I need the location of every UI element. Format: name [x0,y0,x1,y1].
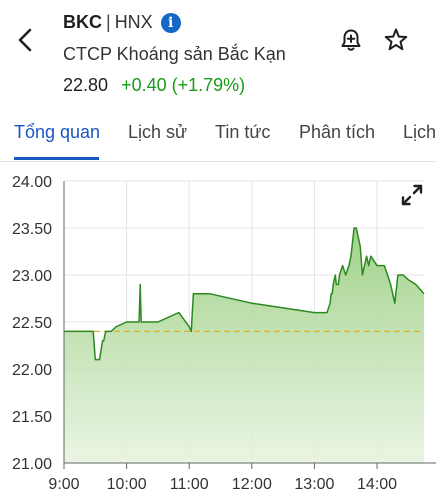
x-tick-label: 10:00 [107,476,147,493]
current-price: 22.80 [63,75,109,95]
intraday-chart-svg: 21.00 21.50 22.00 22.50 23.00 23.50 24.00 9:00 1… [12,174,436,493]
y-tick-label: 22.50 [12,315,52,332]
tab-calendar[interactable]: Lịch [403,122,436,143]
star-icon [384,28,408,51]
stock-header: BKC | HNX i CTCP Khoáng sản Bắc Kạn 22.8… [0,0,436,102]
x-tick-label: 9:00 [48,476,79,493]
tab-overview[interactable]: Tổng quan [14,122,100,143]
fullscreen-button[interactable] [400,183,424,207]
y-tick-label: 23.50 [12,221,52,238]
y-tick-label: 21.00 [12,456,52,473]
bell-plus-icon [341,29,361,51]
tab-analysis[interactable]: Phân tích [299,122,375,143]
x-tick-label: 11:00 [170,476,209,493]
ticker-symbol: BKC [63,12,102,32]
favorite-button[interactable] [383,27,409,53]
back-arrow-icon [18,28,32,52]
y-tick-label: 23.00 [12,268,52,285]
x-tick-label: 12:00 [232,476,272,493]
y-tick-label: 21.50 [12,409,52,426]
tab-news[interactable]: Tin tức [215,122,270,143]
active-tab-indicator [14,157,99,160]
back-button[interactable] [12,26,38,54]
price-change: +0.40 (+1.79%) [121,75,246,95]
title-separator: | [106,12,111,32]
x-tick-label: 13:00 [294,476,334,493]
intraday-chart[interactable]: 21.00 21.50 22.00 22.50 23.00 23.50 24.00 9:00 1… [0,162,436,500]
price-row: 22.80 +0.40 (+1.79%) [63,75,245,96]
y-tick-label: 24.00 [12,174,52,191]
expand-icon [401,184,423,206]
tab-history[interactable]: Lịch sử [128,122,187,143]
ticker-title-row: BKC | HNX i [63,12,181,33]
price-area [64,228,424,463]
company-name: CTCP Khoáng sản Bắc Kạn [63,44,286,64]
tab-bar: Tổng quan Lịch sử Tin tức Phân tích Lịch [0,110,436,162]
price-alert-button[interactable] [338,27,364,53]
exchange-label: HNX [114,12,153,32]
info-icon[interactable]: i [160,12,181,33]
y-tick-label: 22.00 [12,362,52,379]
x-tick-label: 14:00 [357,476,397,493]
